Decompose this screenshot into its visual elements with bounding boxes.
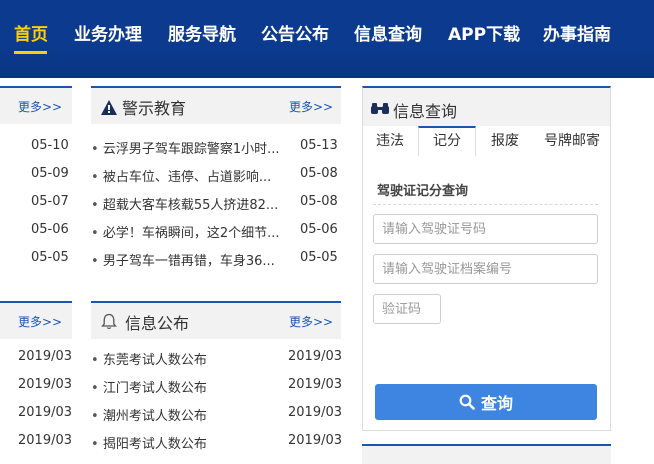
left-bottom-panel: 更多>> 2019/03 2019/03 2019/03 2019/03 bbox=[0, 301, 72, 464]
list-date: 2019/03 bbox=[288, 433, 343, 448]
more-link[interactable]: 更多>> bbox=[289, 313, 333, 330]
divider bbox=[373, 204, 598, 205]
list-date: 05-13 bbox=[300, 138, 338, 153]
panel-title: 警示教育 bbox=[122, 99, 187, 118]
query-submit-button[interactable]: 查询 bbox=[375, 384, 597, 420]
info-query-panel: 信息查询 违法 记分 报废 号牌邮寄 驾驶证记分查询 查询 bbox=[362, 86, 611, 431]
list-date: 05-05 bbox=[300, 250, 338, 265]
list-date: 2019/03 bbox=[18, 349, 73, 364]
query-submit-label: 查询 bbox=[480, 394, 513, 413]
list-item[interactable]: • 揭阳考试人数公布 bbox=[91, 433, 207, 452]
list-item[interactable]: • 东莞考试人数公布 bbox=[91, 349, 207, 368]
list-date: 05-10 bbox=[31, 138, 69, 153]
nav-item-info-query[interactable]: 信息查询 bbox=[354, 20, 422, 45]
more-link[interactable]: 更多>> bbox=[18, 98, 62, 115]
list-item[interactable]: • 超载大客车核载55人挤进82... bbox=[91, 194, 278, 213]
bell-icon bbox=[101, 313, 117, 330]
warning-icon bbox=[101, 100, 117, 115]
list-date: 2019/03 bbox=[18, 405, 73, 420]
warning-education-panel: 警示教育 更多>> • 云浮男子驾车跟踪警察1小时... 05-13 • 被占车… bbox=[91, 86, 341, 276]
more-link[interactable]: 更多>> bbox=[289, 98, 333, 115]
tab-plate-mail[interactable]: 号牌邮寄 bbox=[534, 126, 610, 156]
list-date: 05-08 bbox=[300, 166, 338, 181]
list-date: 05-06 bbox=[31, 222, 69, 237]
list-date: 05-05 bbox=[31, 250, 69, 265]
list-date: 2019/03 bbox=[288, 349, 343, 364]
more-link[interactable]: 更多>> bbox=[18, 313, 62, 330]
list-date: 2019/03 bbox=[288, 377, 343, 392]
captcha-input[interactable] bbox=[373, 294, 441, 324]
info-publish-panel: 信息公布 更多>> • 东莞考试人数公布 2019/03 • 江门考试人数公布 … bbox=[91, 301, 343, 464]
query-subtitle: 驾驶证记分查询 bbox=[377, 184, 469, 199]
list-item[interactable]: • 男子驾车一错再错，车身36... bbox=[91, 250, 275, 269]
nav-item-business[interactable]: 业务办理 bbox=[74, 20, 142, 45]
license-file-number-input[interactable] bbox=[373, 254, 598, 284]
list-date: 2019/03 bbox=[18, 433, 73, 448]
tab-scrap[interactable]: 报废 bbox=[477, 126, 533, 156]
license-number-input[interactable] bbox=[373, 214, 598, 244]
list-date: 05-09 bbox=[31, 166, 69, 181]
list-date: 2019/03 bbox=[18, 377, 73, 392]
nav-item-app-download[interactable]: APP下载 bbox=[448, 20, 520, 45]
list-item[interactable]: • 被占车位、违停、占道影响... bbox=[91, 166, 271, 185]
tab-violation[interactable]: 违法 bbox=[363, 126, 417, 156]
query-tabs: 违法 记分 报废 号牌邮寄 bbox=[363, 126, 610, 156]
top-nav: 首页 业务办理 服务导航 公告公布 信息查询 APP下载 办事指南 bbox=[0, 0, 654, 78]
left-top-panel: 更多>> 05-10 05-09 05-07 05-06 05-05 bbox=[0, 86, 72, 276]
binoculars-icon bbox=[371, 103, 389, 114]
list-item[interactable]: • 云浮男子驾车跟踪警察1小时... bbox=[91, 138, 279, 157]
nav-item-guide[interactable]: 办事指南 bbox=[543, 20, 611, 45]
list-item[interactable]: • 江门考试人数公布 bbox=[91, 377, 207, 396]
panel-title: 信息公布 bbox=[125, 314, 190, 333]
list-item[interactable]: • 潮州考试人数公布 bbox=[91, 405, 207, 424]
list-date: 05-08 bbox=[300, 194, 338, 209]
list-date: 05-07 bbox=[31, 194, 69, 209]
tab-points[interactable]: 记分 bbox=[418, 126, 476, 156]
nav-item-service-guide[interactable]: 服务导航 bbox=[168, 20, 236, 45]
panel-title: 信息查询 bbox=[393, 102, 458, 121]
list-date: 05-06 bbox=[300, 222, 338, 237]
nav-item-announcements[interactable]: 公告公布 bbox=[261, 20, 329, 45]
nav-item-home[interactable]: 首页 bbox=[14, 20, 48, 45]
list-item[interactable]: • 必学！车祸瞬间，这2个细节... bbox=[91, 222, 279, 241]
search-icon bbox=[459, 394, 475, 410]
list-date: 2019/03 bbox=[288, 405, 343, 420]
next-panel-header bbox=[362, 444, 611, 464]
nav-active-indicator bbox=[14, 51, 47, 54]
